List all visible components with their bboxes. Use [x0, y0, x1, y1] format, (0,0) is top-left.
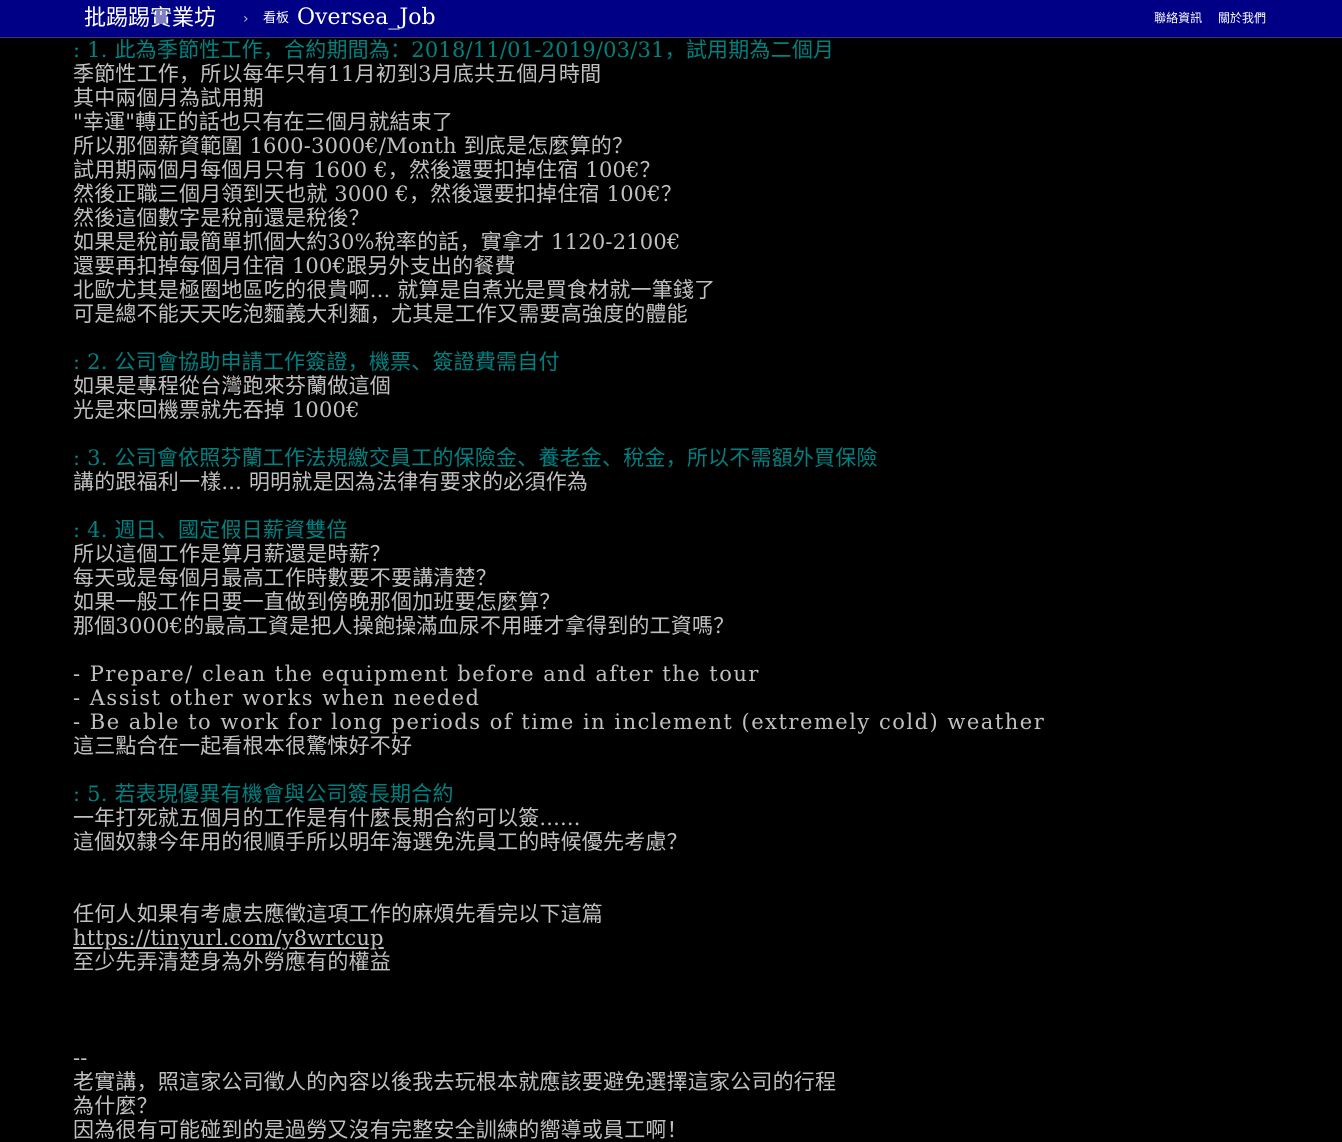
text-line: 可是總不能天天吃泡麵義大利麵，尤其是工作又需要高強度的體能 [73, 302, 688, 326]
text-line: 然後這個數字是稅前還是稅後？ [73, 206, 370, 230]
quoted-line: : 5. 若表現優異有機會與公司簽長期合約 [73, 782, 454, 806]
text-line: 講的跟福利一樣... 明明就是因為法律有要求的必須作為 [73, 470, 589, 494]
text-line: 試用期兩個月每個月只有 1600 €，然後還要扣掉住宿 100€？ [73, 158, 661, 182]
text-line: 還要再扣掉每個月住宿 100€跟另外支出的餐費 [73, 254, 516, 278]
text-line: 這三點合在一起看根本很驚悚好不好 [73, 734, 413, 758]
text-line: 季節性工作，所以每年只有11月初到3月底共五個月時間 [73, 62, 602, 86]
quoted-line: : 2. 公司會協助申請工作簽證，機票、簽證費需自付 [73, 350, 560, 374]
text-line: 北歐尤其是極圈地區吃的很貴啊... 就算是自煮光是買食材就一筆錢了 [73, 278, 716, 302]
text-line: 所以這個工作是算月薪還是時薪？ [73, 542, 391, 566]
text-line: - Prepare/ clean the equipment before an… [73, 662, 760, 686]
quoted-line: : 3. 公司會依照芬蘭工作法規繳交員工的保險金、養老金、稅金，所以不需額外買保… [73, 446, 878, 470]
text-line: 這個奴隸今年用的很順手所以明年海選免洗員工的時候優先考慮？ [73, 830, 688, 854]
text-line: 其中兩個月為試用期 [73, 86, 264, 110]
quoted-line: : 1. 此為季節性工作，合約期間為：2018/11/01-2019/03/31… [73, 38, 835, 62]
text-line: 如果一般工作日要一直做到傍晚那個加班要怎麼算？ [73, 590, 561, 614]
text-line: 那個3000€的最高工資是把人操飽操滿血尿不用睡才拿得到的工資嗎？ [73, 614, 735, 638]
link-line: https://tinyurl.com/y8wrtcup [73, 926, 1303, 950]
text-line: 一年打死就五個月的工作是有什麼長期合約可以簽...... [73, 806, 581, 830]
text-line: 如果是稅前最簡單抓個大約30%稅率的話，實拿才 1120-2100€ [73, 230, 681, 254]
text-line: 為什麼？ [73, 1094, 158, 1118]
text-line: 任何人如果有考慮去應徵這項工作的麻煩先看完以下這篇 [73, 902, 603, 926]
breadcrumb-separator: › [243, 11, 249, 27]
text-line: 每天或是每個月最高工作時數要不要講清楚？ [73, 566, 497, 590]
top-links: 聯絡資訊 關於我們 [1142, 9, 1266, 27]
text-line: 光是來回機票就先吞掉 1000€ [73, 398, 360, 422]
text-line: 至少先弄清楚身為外勞應有的權益 [73, 950, 391, 974]
text-line: -- [73, 1046, 88, 1070]
quoted-line: : 4. 週日、國定假日薪資雙倍 [73, 518, 348, 542]
text-line: "幸運"轉正的話也只有在三個月就結束了 [73, 110, 454, 134]
text-line: 然後正職三個月領到天也就 3000 €，然後還要扣掉住宿 100€？ [73, 182, 683, 206]
board-name-link[interactable]: Oversea_Job [297, 3, 436, 33]
text-line: - Assist other works when needed [73, 686, 481, 710]
contact-link[interactable]: 聯絡資訊 [1154, 11, 1202, 25]
text-line: 老實講，照這家公司徵人的內容以後我去玩根本就應該要避免選擇這家公司的行程 [73, 1070, 837, 1094]
top-bar: 批踢踢實業坊 › 看板 Oversea_Job 聯絡資訊 關於我們 [0, 0, 1342, 38]
board-label: 看板 [263, 11, 290, 26]
text-line: 如果是專程從台灣跑來芬蘭做這個 [73, 374, 391, 398]
article-url-link[interactable]: https://tinyurl.com/y8wrtcup [73, 926, 384, 950]
text-line: - Be able to work for long periods of ti… [73, 710, 1046, 734]
text-line: 所以那個薪資範圍 1600-3000€/Month 到底是怎麼算的？ [73, 134, 634, 158]
text-line: 因為很有可能碰到的是過勞又沒有完整安全訓練的嚮導或員工啊！ [73, 1118, 688, 1142]
article-content: : 1. 此為季節性工作，合約期間為：2018/11/01-2019/03/31… [73, 38, 1303, 1142]
about-link[interactable]: 關於我們 [1218, 11, 1266, 25]
site-logo-link[interactable]: 批踢踢實業坊 [84, 4, 216, 34]
